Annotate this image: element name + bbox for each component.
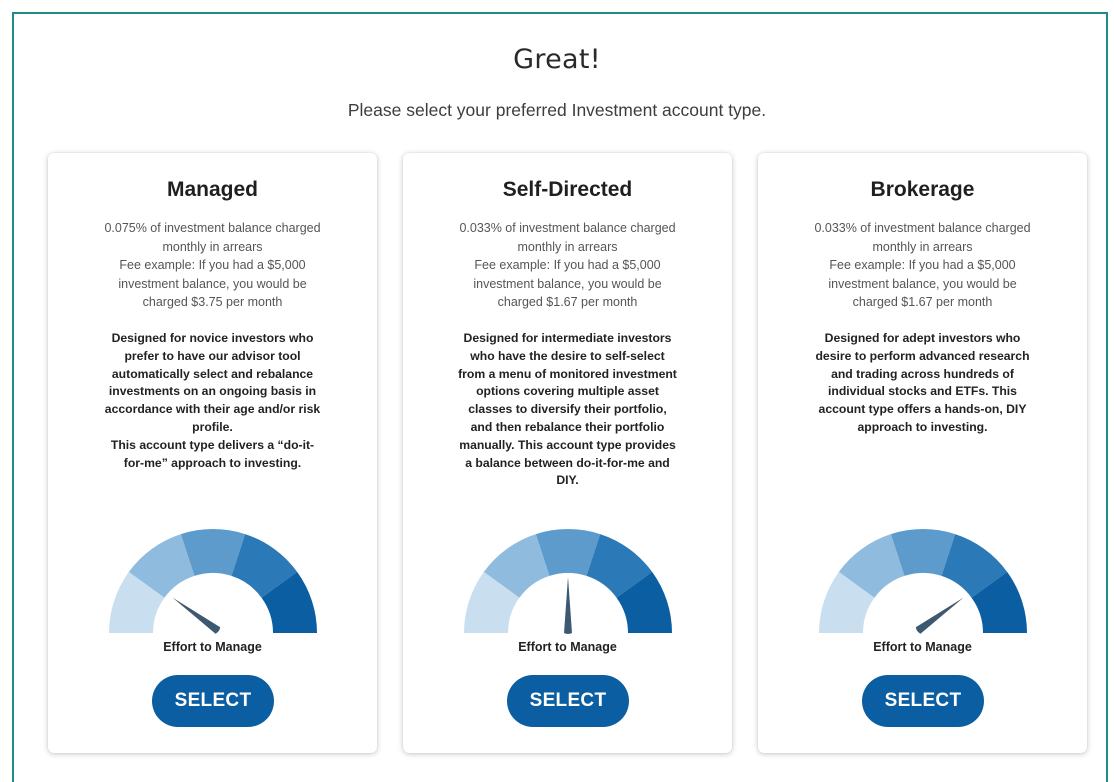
fee-line: charged $1.67 per month bbox=[852, 295, 993, 309]
description-line: manually. This account type provides bbox=[459, 437, 676, 452]
description-line: DIY. bbox=[556, 473, 579, 488]
fee-line: charged $3.75 per month bbox=[142, 295, 283, 309]
select-self-directed-button[interactable]: SELECT bbox=[507, 675, 629, 727]
fee-text: 0.033% of investment balance charged mon… bbox=[433, 219, 702, 312]
fee-line: Fee example: If you had a $5,000 bbox=[474, 258, 661, 272]
fee-line: monthly in arrears bbox=[517, 239, 618, 254]
description-line: and then rebalance their portfolio bbox=[470, 419, 665, 434]
fee-text: 0.075% of investment balance charged mon… bbox=[78, 219, 347, 312]
card-title: Self-Directed bbox=[502, 178, 633, 201]
card-title: Managed bbox=[166, 178, 258, 201]
fee-line: 0.033% of investment balance charged bbox=[814, 221, 1031, 235]
description-line: individual stocks and ETFs. This bbox=[828, 384, 1017, 399]
page-subtitle: Please select your preferred Investment … bbox=[347, 100, 767, 120]
description-line: and trading across hundreds of bbox=[831, 366, 1014, 381]
page-title: Great! bbox=[513, 44, 601, 75]
fee-text: 0.033% of investment balance charged mon… bbox=[788, 219, 1057, 312]
gauge-needle bbox=[915, 597, 964, 634]
description-text: Designed for adept investors who desire … bbox=[784, 330, 1061, 437]
fee-line: Fee example: If you had a $5,000 bbox=[119, 258, 306, 272]
description-line: for-me” approach to investing. bbox=[123, 455, 302, 470]
description-line: Designed for adept investors who bbox=[824, 331, 1021, 345]
effort-gauge bbox=[464, 529, 672, 634]
fee-line: investment balance, you would be bbox=[828, 276, 1017, 291]
select-managed-button[interactable]: SELECT bbox=[152, 675, 274, 727]
description-line: from a menu of monitored investment bbox=[458, 366, 677, 381]
description-line: accordance with their age and/or risk bbox=[104, 402, 321, 417]
description-line: a balance between do-it-for-me and bbox=[465, 455, 670, 470]
account-card-managed: Managed 0.075% of investment balance cha… bbox=[48, 153, 377, 753]
effort-gauge bbox=[819, 529, 1027, 634]
description-line: approach to investing. bbox=[857, 419, 988, 434]
description-line: Designed for intermediate investors bbox=[463, 331, 672, 345]
description-line: classes to diversify their portfolio, bbox=[468, 402, 667, 417]
fee-line: monthly in arrears bbox=[872, 239, 973, 254]
description-line: account type offers a hands-on, DIY bbox=[818, 402, 1027, 417]
description-line: prefer to have our advisor tool bbox=[124, 348, 301, 363]
description-line: This account type delivers a “do-it- bbox=[110, 437, 315, 452]
description-text: Designed for novice investors who prefer… bbox=[74, 330, 351, 472]
description-line: desire to perform advanced research bbox=[815, 348, 1030, 363]
effort-label: Effort to Manage bbox=[163, 640, 262, 654]
fee-line: Fee example: If you had a $5,000 bbox=[829, 258, 1016, 272]
description-line: who have the desire to self-select bbox=[470, 348, 665, 363]
description-line: profile. bbox=[192, 419, 233, 434]
description-text: Designed for intermediate investors who … bbox=[429, 330, 706, 490]
effort-label: Effort to Manage bbox=[518, 640, 617, 654]
fee-line: investment balance, you would be bbox=[473, 276, 662, 291]
fee-line: 0.033% of investment balance charged bbox=[459, 221, 676, 235]
account-card-self-directed: Self-Directed 0.033% of investment balan… bbox=[403, 153, 732, 753]
account-card-brokerage: Brokerage 0.033% of investment balance c… bbox=[758, 153, 1087, 753]
effort-label: Effort to Manage bbox=[873, 640, 972, 654]
description-line: Designed for novice investors who bbox=[111, 331, 314, 345]
fee-line: monthly in arrears bbox=[162, 239, 263, 254]
gauge-needle bbox=[564, 577, 572, 634]
effort-gauge bbox=[109, 529, 317, 634]
card-title: Brokerage bbox=[870, 178, 975, 201]
description-line: automatically select and rebalance bbox=[111, 366, 314, 381]
select-brokerage-button[interactable]: SELECT bbox=[862, 675, 984, 727]
fee-line: charged $1.67 per month bbox=[497, 295, 638, 309]
fee-line: investment balance, you would be bbox=[118, 276, 307, 291]
description-line: options covering multiple asset bbox=[476, 384, 659, 399]
fee-line: 0.075% of investment balance charged bbox=[104, 221, 321, 235]
gauge-needle bbox=[172, 597, 221, 634]
description-line: investments on an ongoing basis in bbox=[108, 384, 317, 399]
